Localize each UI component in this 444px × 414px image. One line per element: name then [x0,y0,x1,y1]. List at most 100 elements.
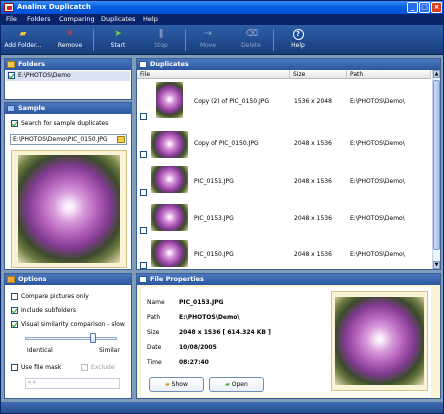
row-size: 2048 x 1536 [294,215,332,222]
row-file: PIC_0150.JPG [194,251,234,258]
minimize-button[interactable]: _ [407,2,418,13]
row-checkbox[interactable] [140,262,147,269]
stop-button[interactable]: ∥ Stop [141,29,181,49]
file-mask-input[interactable]: *.* [25,378,120,389]
sample-search-checkbox[interactable] [11,120,18,127]
row-path: E:\PHOTOS\Demo\ [350,215,405,222]
add-folder-label: Add Folder... [4,42,42,49]
folder-icon [7,61,15,68]
duplicates-scrollbar[interactable]: ▲ ▼ [432,70,440,269]
sample-path-field[interactable]: E:\PHOTOS\Demo\PIC_0150.JPG [10,134,127,145]
menu-folders[interactable]: Folders [27,14,50,25]
row-path: E:\PHOTOS\Demo\ [350,251,405,258]
row-checkbox[interactable] [140,113,147,120]
file-properties-panel: File Properties Name PIC_0153.JPG Path E… [136,273,441,399]
scroll-up-icon[interactable]: ▲ [433,70,440,78]
row-thumbnail [151,166,188,193]
browse-folder-icon[interactable] [117,136,125,143]
size-value: 2048 x 1536 [ 614.324 KB ] [179,329,271,336]
row-file: Copy (2) of PIC_0150.JPG [194,98,270,105]
similarity-slider[interactable] [25,333,117,343]
sample-preview-frame [11,150,127,268]
file-properties-icon [139,276,147,283]
move-icon: ⇢ [204,29,212,39]
toolbar-separator [273,29,274,51]
title-bar: Analinx Duplicatch _ □ × [1,1,443,14]
delete-label: Delete [241,42,261,49]
duplicates-panel: Duplicates File Size Path Copy (2) of PI… [136,58,441,270]
size-label: Size [147,329,160,336]
sample-title: Sample [5,103,131,114]
path-value: E:\PHOTOS\Demo\ [179,314,240,321]
sample-panel: Sample Search for sample duplicates E:\P… [4,102,132,270]
remove-button[interactable]: ✕ Remove [50,29,90,49]
delete-icon: ⌫ [245,29,259,39]
move-button[interactable]: ⇢ Move [188,29,228,49]
menu-file[interactable]: File [6,14,17,25]
file-mask-checkbox[interactable] [11,364,18,371]
visual-similarity-option[interactable]: Visual similarity comparison - slow [11,321,125,328]
remove-icon: ✕ [66,29,74,39]
sample-search-option[interactable]: Search for sample duplicates [11,120,108,127]
app-logo-icon [4,3,14,12]
table-row[interactable]: PIC_0151.JPG 2048 x 1536 E:\PHOTOS\Demo\ [137,162,431,198]
visual-similarity-checkbox[interactable] [11,321,18,328]
compare-pictures-checkbox[interactable] [11,293,18,300]
start-icon: ➤ [114,29,122,39]
window-title: Analinx Duplicatch [17,3,91,11]
duplicates-title: Duplicates [137,59,440,70]
column-size[interactable]: Size [290,70,347,79]
exclude-option[interactable]: Exclude [81,364,115,371]
close-button[interactable]: × [431,2,442,13]
row-thumbnail [151,204,188,231]
move-label: Move [199,42,217,49]
menu-comparing[interactable]: Comparing [59,14,95,25]
stop-icon: ∥ [158,29,164,39]
scrollbar-thumb[interactable] [433,80,440,250]
row-checkbox[interactable] [140,151,147,158]
exclude-checkbox[interactable] [81,364,88,371]
folder-item[interactable]: E:\PHOTOS\Demo [6,71,130,81]
help-icon: ? [292,29,304,40]
file-mask-option[interactable]: Use file mask [11,364,61,371]
column-path[interactable]: Path [347,70,431,79]
properties-body: Name PIC_0153.JPG Path E:\PHOTOS\Demo\ S… [141,287,431,397]
row-path: E:\PHOTOS\Demo\ [350,178,405,185]
app-window: Analinx Duplicatch _ □ × File Folders Co… [0,0,444,414]
include-subfolders-checkbox[interactable] [11,307,18,314]
menu-bar: File Folders Comparing Duplicates Help [1,14,443,25]
duplicates-list: File Size Path Copy (2) of PIC_0150.JPG … [137,70,431,269]
table-row[interactable]: Copy of PIC_0150.JPG 2048 x 1536 E:\PHOT… [137,122,431,162]
column-file[interactable]: File [137,70,290,79]
start-button[interactable]: ➤ Start [98,29,138,49]
help-label: Help [291,42,305,49]
open-button[interactable]: ▰ Open [209,377,264,392]
row-thumbnail [156,82,183,118]
include-subfolders-option[interactable]: Include subfolders [11,307,76,314]
row-path: E:\PHOTOS\Demo\ [350,98,405,105]
sample-preview-image [18,155,120,263]
maximize-button[interactable]: □ [419,2,430,13]
scroll-down-icon[interactable]: ▼ [433,261,440,269]
compare-pictures-option[interactable]: Compare pictures only [11,293,89,300]
row-checkbox[interactable] [140,227,147,234]
folder-checkbox[interactable] [8,72,15,79]
date-value: 10/08/2005 [179,344,217,351]
table-row[interactable]: PIC_0153.JPG 2048 x 1536 E:\PHOTOS\Demo\ [137,198,431,236]
menu-duplicates[interactable]: Duplicates [101,14,135,25]
sample-icon [7,105,15,112]
row-checkbox[interactable] [140,189,147,196]
show-button[interactable]: ▰ Show [149,377,204,392]
table-row[interactable]: PIC_0150.JPG 2048 x 1536 E:\PHOTOS\Demo\ [137,236,431,269]
add-folder-button[interactable]: ▰ Add Folder... [3,29,43,49]
help-button[interactable]: ? Help [278,29,318,49]
table-row[interactable]: Copy (2) of PIC_0150.JPG 1536 x 2048 E:\… [137,80,431,122]
menu-help[interactable]: Help [143,14,158,25]
row-file: Copy of PIC_0150.JPG [194,140,259,147]
delete-button[interactable]: ⌫ Delete [231,29,271,49]
stop-label: Stop [154,42,168,49]
row-thumbnail [151,240,188,267]
time-label: Time [147,359,162,366]
similarity-slider-thumb[interactable] [90,333,96,343]
row-file: PIC_0151.JPG [194,178,234,185]
